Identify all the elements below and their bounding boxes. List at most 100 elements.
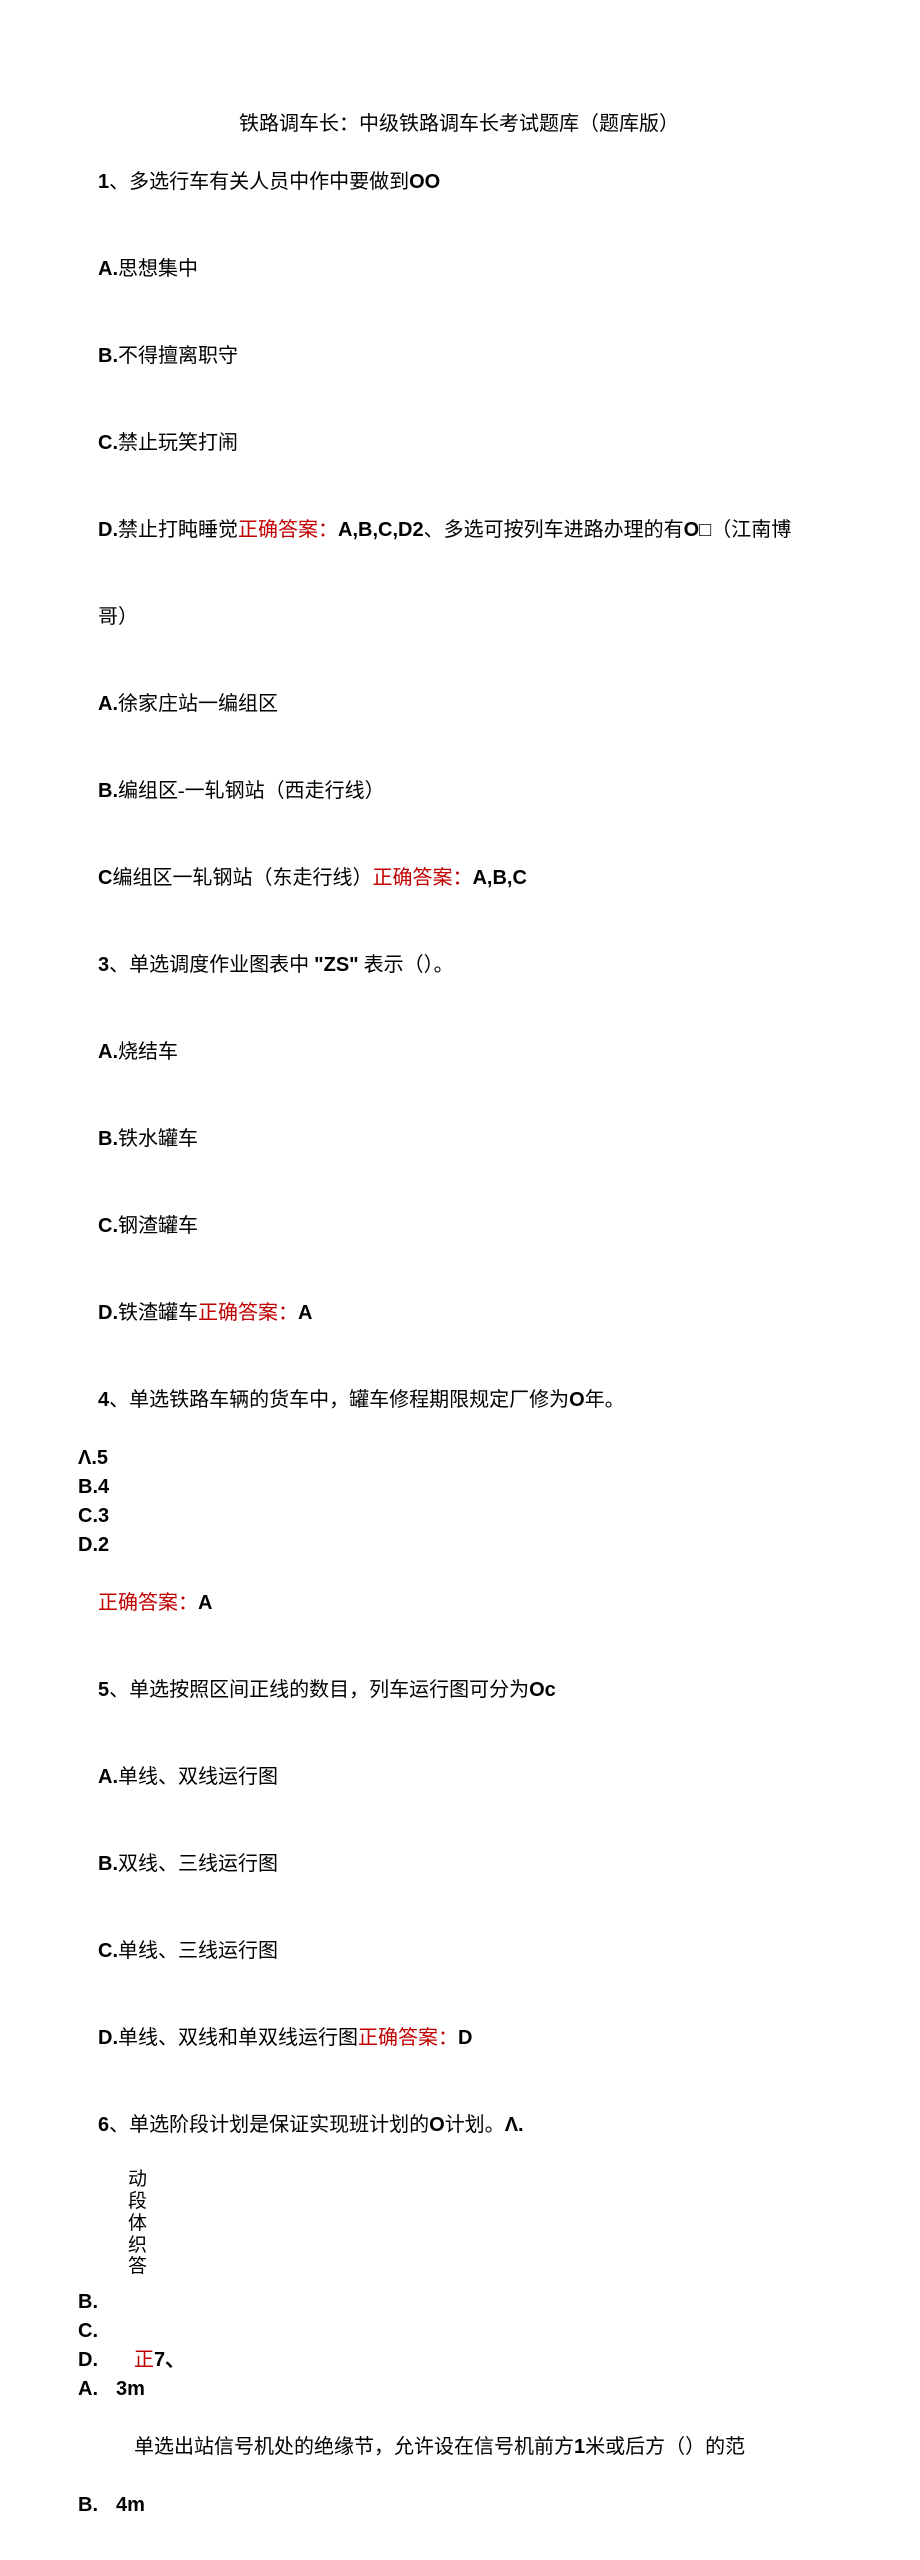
- answer-fragment: 正: [134, 2346, 154, 2375]
- q4-stem: 4、单选铁路车辆的货车中，罐车修程期限规定厂修为O年。: [78, 1357, 840, 1444]
- option-label: B.: [98, 345, 118, 367]
- option-label: D.: [98, 2027, 118, 2049]
- option-label: D.: [98, 519, 118, 541]
- option-text: 单线、双线和单双线运行图: [118, 2027, 358, 2049]
- q1-option-b: B.不得擅离职守: [78, 313, 840, 400]
- option-label: C.: [98, 1940, 118, 1962]
- answer-value: A: [198, 1592, 212, 1614]
- q4-text-a: 、单选铁路车辆的货车中，罐车修程期限规定厂修为: [109, 1389, 569, 1411]
- document-page: 铁路调车长：中级铁路调车长考试题库（题库版） 1、多选行车有关人员中作中要做到O…: [0, 0, 920, 2560]
- q5-option-a: A.单线、双线运行图: [78, 1734, 840, 1821]
- q5-option-d: D.单线、双线和单双线运行图正确答案：D: [78, 1995, 840, 2082]
- q2-placeholder: O: [684, 519, 700, 541]
- q2-option-c: C编组区一轧钢站（东走行线）正确答案：A,B,C: [78, 835, 840, 922]
- option-text: 编组区-一轧钢站（西走行线）: [118, 780, 385, 802]
- q5-option-c: C.单线、三线运行图: [78, 1908, 840, 1995]
- q2-text-d: 哥）: [98, 606, 138, 628]
- option-label: A.: [78, 2375, 98, 2404]
- quote-left: ": [314, 954, 323, 976]
- q6-vertical-1: 动: [78, 2169, 840, 2191]
- option-label: A.: [98, 1766, 118, 1788]
- q4-option-c: C.3: [78, 1502, 840, 1531]
- q7-text-a: 单选出站信号机处的绝缘节，允许设在信号机前方: [134, 2436, 574, 2458]
- answer-label: 正确答案：: [98, 1592, 198, 1614]
- q1-text: 、多选行车有关人员中作中要做到: [109, 171, 409, 193]
- q5-text-a: 、单选按照区间正线的数目，列车运行图可分为: [109, 1679, 529, 1701]
- q4-answer: 正确答案：A: [78, 1560, 840, 1647]
- option-text: 禁止玩笑打闹: [118, 432, 238, 454]
- q5-placeholder: Oc: [529, 1679, 556, 1701]
- q7-option-a: A. 3m: [78, 2375, 840, 2404]
- q6-vertical-3: 体: [78, 2213, 840, 2235]
- q3-stem: 3、单选调度作业图表中 "ZS" 表示（）。: [78, 922, 840, 1009]
- q1-placeholder: OO: [409, 171, 440, 193]
- q1-stem: 1、多选行车有关人员中作中要做到OO: [78, 139, 840, 226]
- q3-text-b: 表示（）。: [364, 954, 454, 976]
- answer-label: 正确答案：: [372, 867, 472, 889]
- q4-text-c: 年。: [585, 1389, 625, 1411]
- q6-option-c: C.: [78, 2317, 840, 2346]
- q3-zs: ZS: [324, 954, 350, 976]
- q6-option-d: D. 正7、: [78, 2346, 840, 2375]
- q5-option-b: B.双线、三线运行图: [78, 1821, 840, 1908]
- q7-option-b: B.4m: [78, 2491, 840, 2520]
- answer-value: A: [298, 1302, 312, 1324]
- answer-value: A,B,C,D: [338, 519, 412, 541]
- answer-value: D: [458, 2027, 472, 2049]
- option-text: 不得擅离职守: [118, 345, 238, 367]
- option-text: 烧结车: [118, 1041, 178, 1063]
- q1-option-c: C.禁止玩笑打闹: [78, 400, 840, 487]
- option-label: A.: [98, 258, 118, 280]
- option-label: C: [98, 867, 112, 889]
- q2-number: 2: [412, 519, 423, 541]
- option-text: 铁水罐车: [118, 1128, 198, 1150]
- q5-stem: 5、单选按照区间正线的数目，列车运行图可分为Oc: [78, 1647, 840, 1734]
- q4-option-a: Λ.5: [78, 1444, 840, 1473]
- option-text: 徐家庄站一编组区: [118, 693, 278, 715]
- option-text: 思想集中: [118, 258, 198, 280]
- q6-vertical-5: 答: [78, 2256, 840, 2278]
- option-text: 单线、三线运行图: [118, 1940, 278, 1962]
- q4-number: 4: [98, 1389, 109, 1411]
- q6-stem: 6、单选阶段计划是保证实现班计划的O计划。Λ.: [78, 2082, 840, 2169]
- q3-number: 3: [98, 954, 109, 976]
- q2-option-a: A.徐家庄站一编组区: [78, 661, 840, 748]
- q3-option-a: A.烧结车: [78, 1009, 840, 1096]
- option-label: B.: [98, 1853, 118, 1875]
- q6-vertical-2: 段: [78, 2191, 840, 2213]
- page-title: 铁路调车长：中级铁路调车长考试题库（题库版）: [78, 110, 840, 139]
- option-label: A.: [98, 693, 118, 715]
- q6-option-b: B.: [78, 2288, 840, 2317]
- q4-option-b: B.4: [78, 1473, 840, 1502]
- option-label: C.: [98, 432, 118, 454]
- option-text: 单线、双线运行图: [118, 1766, 278, 1788]
- q3-option-d: D.铁渣罐车正确答案：A: [78, 1270, 840, 1357]
- q6-vertical-4: 织: [78, 2235, 840, 2257]
- option-value: 4m: [116, 2491, 145, 2520]
- option-text: 铁渣罐车: [118, 1302, 198, 1324]
- answer-label: 正确答案：: [198, 1302, 298, 1324]
- q1-number: 1: [98, 171, 109, 193]
- option-text: 编组区一轧钢站（东走行线）: [112, 867, 372, 889]
- q7-number: 7、: [154, 2346, 185, 2375]
- q1-option-a: A.思想集中: [78, 226, 840, 313]
- q2-option-b: B.编组区-一轧钢站（西走行线）: [78, 748, 840, 835]
- q4-placeholder: O: [569, 1389, 585, 1411]
- answer-label: 正确答案：: [358, 2027, 458, 2049]
- q3-option-b: B.铁水罐车: [78, 1096, 840, 1183]
- option-label: D.: [78, 2346, 98, 2375]
- q2-text-c: □（江南博: [699, 519, 791, 541]
- option-label: B.: [98, 780, 118, 802]
- option-label: B.: [98, 1128, 118, 1150]
- option-label: A.: [98, 1041, 118, 1063]
- option-value: 3m: [116, 2375, 145, 2404]
- q7-text-b: 米或后方（）的范: [585, 2436, 745, 2458]
- q7-stem-fragment: 单选出站信号机处的绝缘节，允许设在信号机前方1米或后方（）的范: [78, 2404, 840, 2491]
- q2-text-a: 、多选可按列车进路办理的有: [424, 519, 684, 541]
- q6-placeholder: O: [429, 2114, 445, 2136]
- q4-option-d: D.2: [78, 1531, 840, 1560]
- option-text: 禁止打盹睡觉: [118, 519, 238, 541]
- q6-text-a: 、单选阶段计划是保证实现班计划的: [109, 2114, 429, 2136]
- q6-lambda: Λ.: [505, 2114, 524, 2136]
- q3-text-a: 、单选调度作业图表中: [109, 954, 309, 976]
